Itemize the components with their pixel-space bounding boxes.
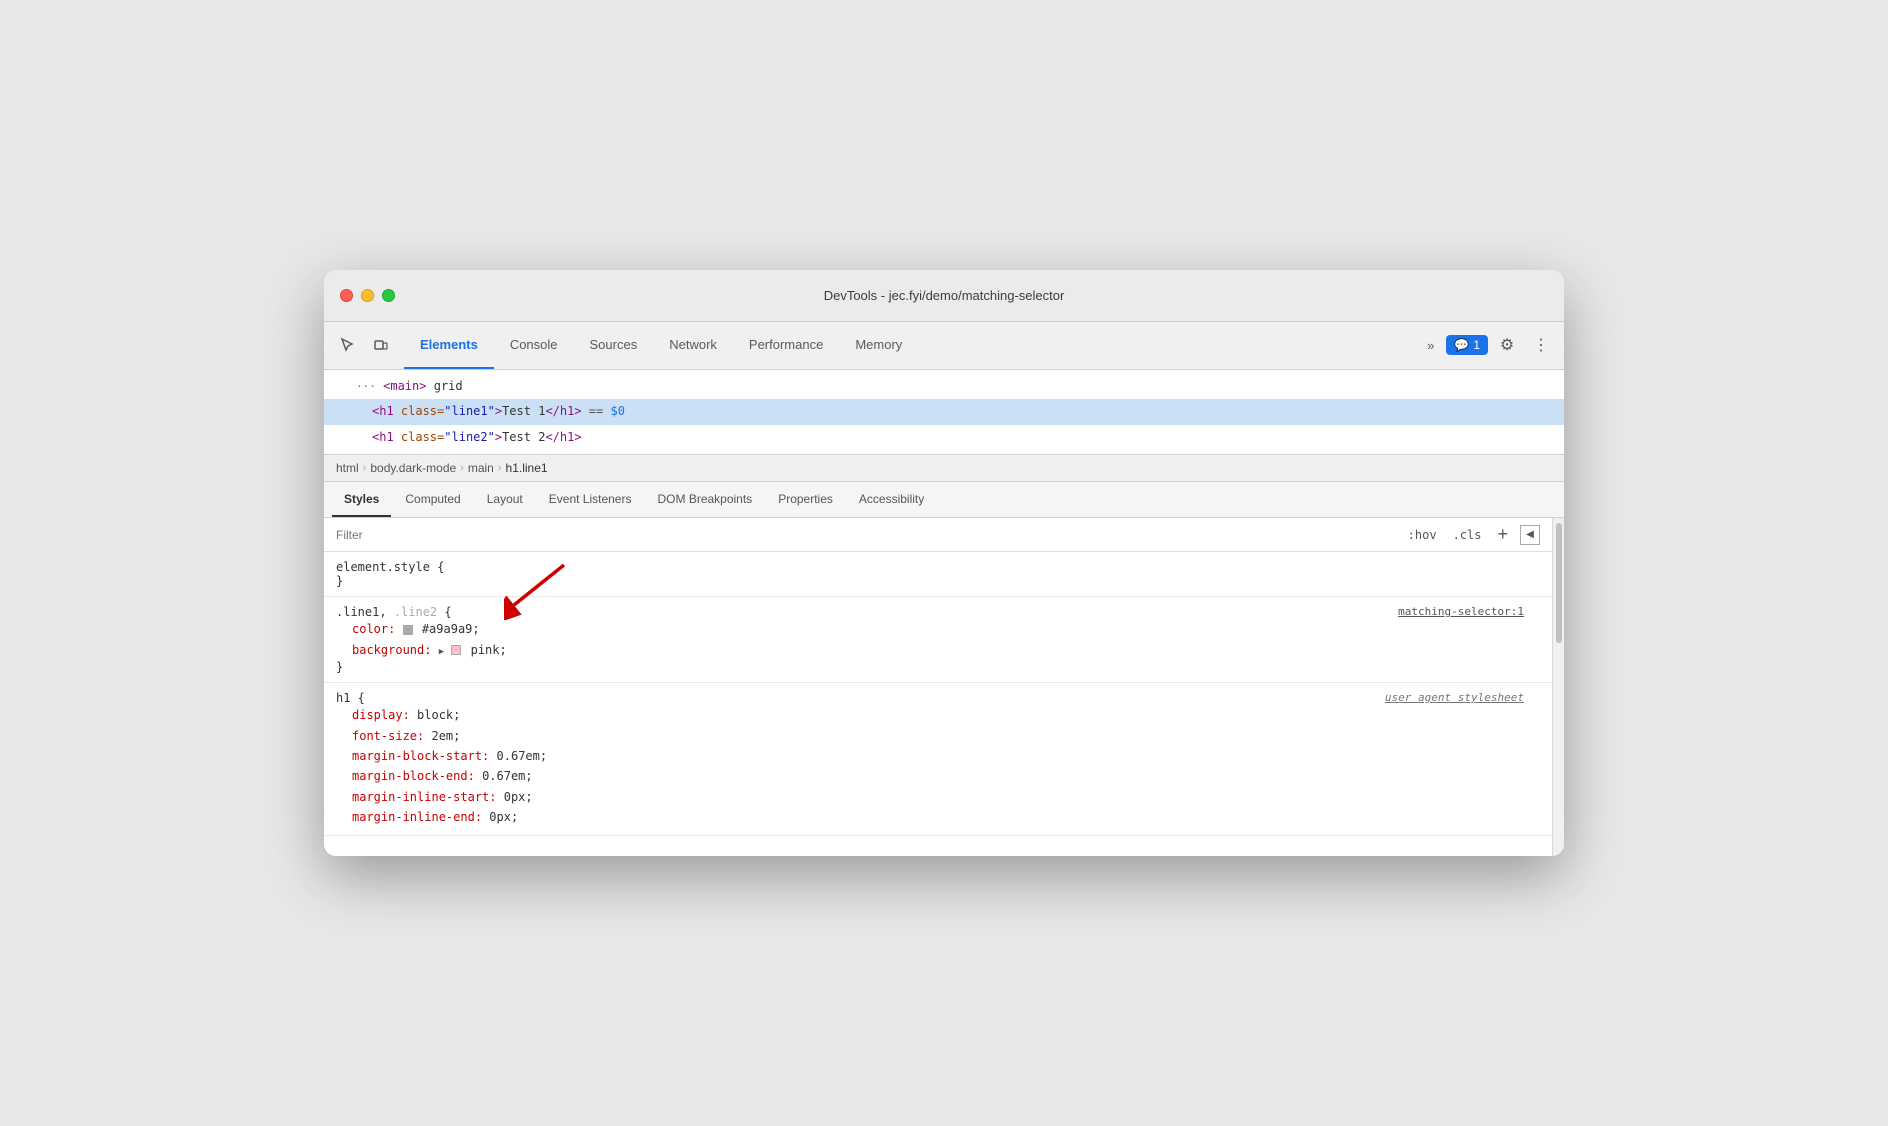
hov-button[interactable]: :hov (1404, 526, 1441, 544)
line1-line2-close: } (336, 660, 1540, 674)
main-tabs: Elements Console Sources Network Perform… (404, 322, 1419, 369)
prop-margin-inline-start: margin-inline-start: 0px; (336, 787, 1540, 807)
rule-source-matching[interactable]: matching-selector:1 (1398, 605, 1524, 618)
more-options-icon[interactable]: ⋮ (1526, 330, 1556, 360)
breadcrumb-main[interactable]: main (468, 461, 494, 475)
line1-line2-rule: .line1, .line2 { matching-selector:1 col… (324, 597, 1552, 683)
cls-button[interactable]: .cls (1449, 526, 1486, 544)
filter-actions: :hov .cls + ◀ (1404, 524, 1540, 545)
color-swatch-a9[interactable] (403, 625, 413, 635)
breadcrumb-html[interactable]: html (336, 461, 359, 475)
tab-event-listeners[interactable]: Event Listeners (537, 482, 644, 517)
scrollbar-thumb[interactable] (1556, 523, 1562, 643)
prop-display: display: block; (336, 705, 1540, 725)
tab-styles[interactable]: Styles (332, 482, 391, 517)
dom-line-h1-line2[interactable]: <h1 class="line2">Test 2</h1> (324, 425, 1564, 451)
tab-performance[interactable]: Performance (733, 322, 839, 369)
dom-line-main[interactable]: ··· <main> grid (324, 374, 1564, 400)
devtools-window: DevTools - jec.fyi/demo/matching-selecto… (324, 270, 1564, 857)
prop-color: color: #a9a9a9; (336, 619, 1540, 639)
settings-icon[interactable]: ⚙ (1492, 330, 1522, 360)
dom-ellipsis: ··· (356, 380, 376, 393)
maximize-button[interactable] (382, 289, 395, 302)
badge-count: 1 (1473, 338, 1480, 352)
breadcrumb: html › body.dark-mode › main › h1.line1 (324, 455, 1564, 482)
styles-content: element.style { } (324, 552, 1552, 856)
scrollbar[interactable] (1552, 518, 1564, 856)
h1-selector: h1 { (336, 691, 1540, 705)
window-title: DevTools - jec.fyi/demo/matching-selecto… (824, 288, 1065, 303)
line1-line2-selector: .line1, .line2 { (336, 605, 1540, 619)
element-style-selector: element.style { (336, 560, 1540, 574)
minimize-button[interactable] (361, 289, 374, 302)
traffic-lights (340, 289, 395, 302)
expand-background-icon[interactable]: ▶ (439, 647, 444, 657)
titlebar: DevTools - jec.fyi/demo/matching-selecto… (324, 270, 1564, 322)
main-content: :hov .cls + ◀ element.style { (324, 518, 1564, 856)
dom-line-h1-line1[interactable]: <h1 class="line1">Test 1</h1> == $0 (324, 399, 1564, 425)
element-style-close: } (336, 574, 1540, 588)
add-rule-button[interactable]: + (1497, 524, 1508, 545)
prop-font-size: font-size: 2em; (336, 726, 1540, 746)
tab-properties[interactable]: Properties (766, 482, 845, 517)
tab-network[interactable]: Network (653, 322, 733, 369)
device-toggle-icon[interactable] (366, 330, 396, 360)
tab-accessibility[interactable]: Accessibility (847, 482, 936, 517)
tab-memory[interactable]: Memory (839, 322, 918, 369)
prop-margin-inline-end: margin-inline-end: 0px; (336, 807, 1540, 827)
inspect-icon[interactable] (332, 330, 362, 360)
tab-dom-breakpoints[interactable]: DOM Breakpoints (645, 482, 764, 517)
toolbar-right: » 💬 1 ⚙ ⋮ (1419, 330, 1556, 360)
styles-tabs: Styles Computed Layout Event Listeners D… (324, 482, 1564, 518)
filter-input[interactable] (336, 528, 1404, 542)
breadcrumb-h1[interactable]: h1.line1 (506, 461, 548, 475)
h1-rule: h1 { user agent stylesheet display: bloc… (324, 683, 1552, 836)
dom-panel: ··· <main> grid <h1 class="line1">Test 1… (324, 370, 1564, 456)
prop-margin-block-end: margin-block-end: 0.67em; (336, 766, 1540, 786)
toggle-panel-button[interactable]: ◀ (1520, 525, 1540, 545)
toolbar-icons (332, 330, 396, 360)
feedback-badge[interactable]: 💬 1 (1446, 335, 1488, 355)
breadcrumb-body[interactable]: body.dark-mode (370, 461, 456, 475)
color-swatch-pink[interactable] (451, 645, 461, 655)
tab-layout[interactable]: Layout (475, 482, 535, 517)
tab-sources[interactable]: Sources (574, 322, 654, 369)
message-icon: 💬 (1454, 338, 1469, 352)
tab-elements[interactable]: Elements (404, 322, 494, 369)
filter-bar: :hov .cls + ◀ (324, 518, 1552, 552)
user-agent-source: user agent stylesheet (1385, 691, 1524, 704)
more-tabs-button[interactable]: » (1419, 334, 1442, 357)
prop-margin-block-start: margin-block-start: 0.67em; (336, 746, 1540, 766)
tab-console[interactable]: Console (494, 322, 574, 369)
element-style-rule: element.style { } (324, 552, 1552, 597)
close-button[interactable] (340, 289, 353, 302)
tab-computed[interactable]: Computed (393, 482, 472, 517)
prop-background: background: ▶ pink; (336, 640, 1540, 660)
main-toolbar: Elements Console Sources Network Perform… (324, 322, 1564, 370)
styles-panel: :hov .cls + ◀ element.style { (324, 518, 1552, 856)
